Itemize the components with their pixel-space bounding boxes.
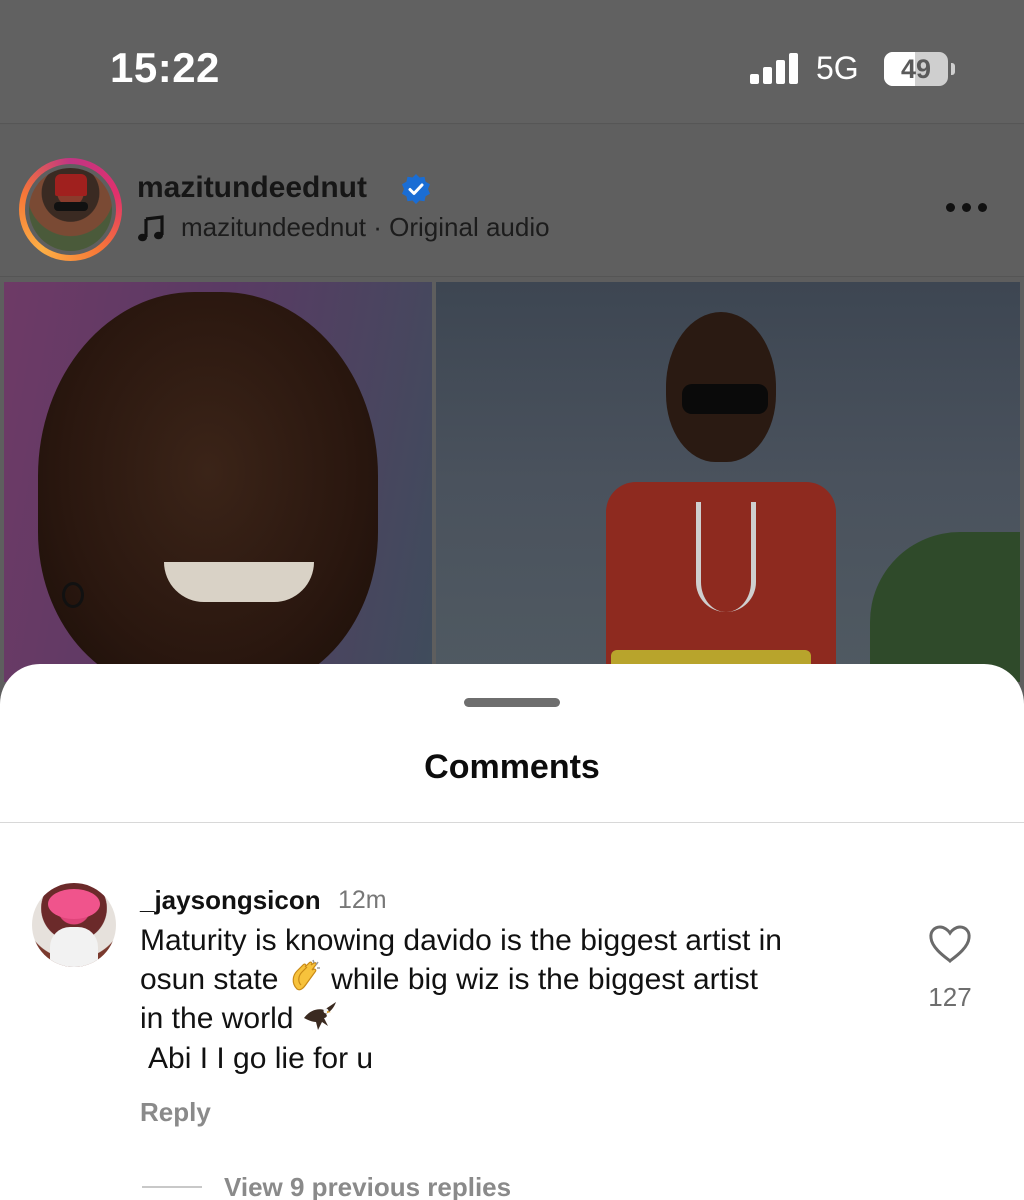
reply-button[interactable]: Reply [140,1097,211,1128]
comment-text: Maturity is knowing davido is the bigges… [140,922,890,1037]
eagle-emoji [303,1002,336,1030]
avatar[interactable] [19,158,122,261]
heart-outline-icon[interactable] [928,924,972,964]
commenter-avatar[interactable] [32,883,116,967]
more-dots-icon[interactable] [944,203,990,215]
sheet-title: Comments [424,748,600,786]
post-image[interactable] [0,278,1024,682]
divider [142,1186,202,1188]
music-note-icon [138,215,164,242]
post-username[interactable]: mazitundeednut [137,171,367,205]
divider [0,822,1024,823]
comment-text-part: in the world [140,1002,294,1035]
comment-item: _jaysongsicon 12m Maturity is knowing da… [0,842,1024,1200]
comment-text-part: while big wiz is the biggest artist [322,963,758,996]
network-type: 5G [816,50,859,86]
sheet-grabber[interactable] [464,698,560,707]
comment-timestamp: 12m [338,886,387,914]
clapping-hands-emoji [292,959,320,991]
comment-text-line: Abi I I go lie for u [148,1042,374,1075]
status-bar: 15:22 5G 49 [0,0,1024,124]
signal-bars-icon [750,52,802,84]
verified-badge-icon [402,174,430,204]
comment-line: Maturity is knowing davido is the bigges… [140,924,782,957]
commenter-username[interactable]: _jaysongsicon [140,885,321,916]
battery-icon: 49 [884,52,948,86]
like-count: 127 [928,982,972,1012]
audio-label[interactable]: mazitundeednut · Original audio [181,212,550,243]
post-image-right-panel [436,282,1020,682]
status-time: 15:22 [110,44,220,91]
post-header: mazitundeednut mazitundeednut · Original… [0,125,1024,277]
view-replies[interactable]: View 9 previous replies [0,1172,1024,1200]
post-image-left-panel [4,282,432,682]
comment-text-part: osun state [140,963,279,996]
comment-line: osun state while big wiz is the biggest … [140,959,890,998]
battery-level: 49 [900,54,932,84]
comments-sheet: Comments _jaysongsicon 12m Maturity is k… [0,664,1024,1200]
comment-line: in the world [140,998,890,1037]
view-replies-label[interactable]: View 9 previous replies [224,1172,511,1200]
